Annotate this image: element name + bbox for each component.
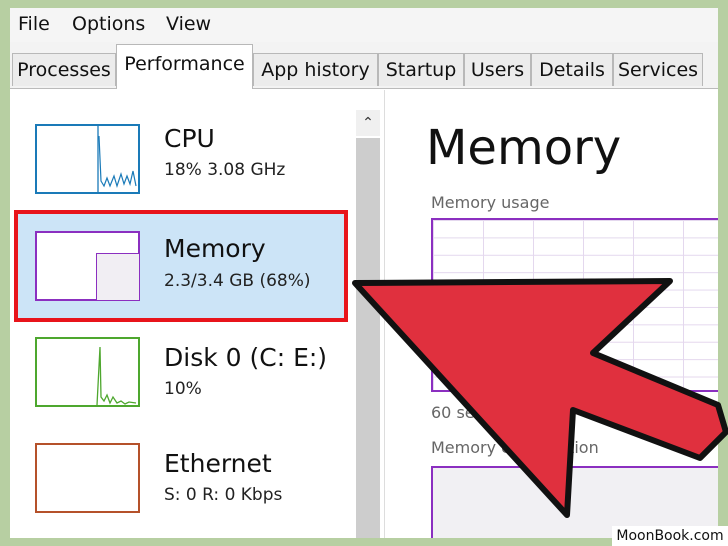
watermark: MoonBook.com	[612, 526, 728, 546]
tab-performance[interactable]: Performance	[116, 44, 253, 89]
red-pointer-arrow-icon	[352, 278, 728, 518]
